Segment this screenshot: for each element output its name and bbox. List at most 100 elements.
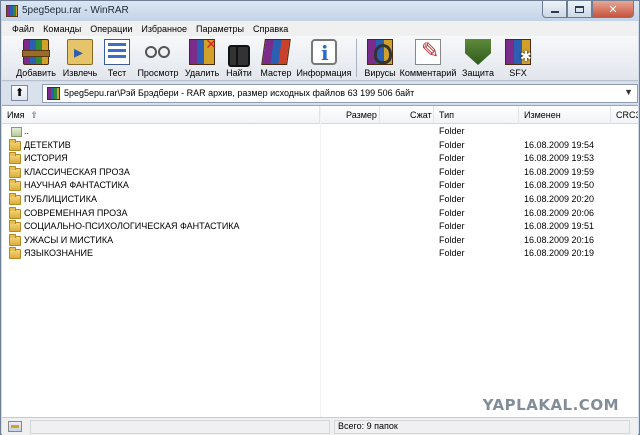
table-row[interactable]: ДЕТЕКТИВ Folder 16.08.2009 19:54 [2, 138, 638, 153]
close-button[interactable]: ✕ [592, 1, 634, 18]
window-title: 5peg5epu.rar - WinRAR [22, 5, 129, 16]
path-field[interactable]: 5peg5epu.rar\Рэй Брэдбери - RAR архив, р… [42, 84, 638, 103]
sfx-label: SFX [509, 68, 527, 78]
extract-icon [67, 39, 93, 65]
extract-button[interactable]: Извлечь [60, 36, 100, 81]
column-size[interactable]: Размер [320, 106, 380, 124]
title-bar[interactable]: 5peg5epu.rar - WinRAR ✕ [1, 1, 639, 21]
column-name-label: Имя [7, 110, 25, 120]
folder-icon [9, 138, 21, 151]
info-label: Информация [296, 68, 352, 78]
maximize-button[interactable] [567, 1, 592, 18]
file-modified: 16.08.2009 19:53 [524, 153, 595, 164]
virus-scan-icon [367, 39, 393, 65]
info-button[interactable]: Информация [296, 36, 352, 81]
file-modified: 16.08.2009 20:16 [524, 234, 595, 245]
add-button[interactable]: Добавить [12, 36, 60, 81]
up-folder-button[interactable]: ⬆ [11, 85, 28, 101]
wizard-button[interactable]: Мастер [256, 36, 296, 81]
file-type: Folder [439, 221, 465, 232]
column-crc[interactable]: CRC3 [611, 106, 638, 124]
file-name: УЖАСЫ И МИСТИКА [24, 234, 114, 245]
virus-scan-button[interactable]: Вирусы [361, 36, 399, 81]
file-name: ДЕТЕКТИВ [24, 139, 71, 150]
file-modified: 16.08.2009 20:19 [524, 248, 595, 259]
menu-favorites[interactable]: Избранное [137, 24, 192, 34]
file-name: ПУБЛИЦИСТИКА [24, 193, 98, 204]
find-icon [226, 39, 252, 67]
archive-icon [47, 87, 60, 100]
watermark: YAPLAKAL.COM [482, 396, 619, 414]
folder-icon [9, 152, 21, 165]
path-dropdown-icon[interactable]: ▼ [624, 87, 633, 97]
toolbar-separator [356, 39, 357, 77]
table-row[interactable]: ЯЗЫКОЗНАНИЕ Folder 16.08.2009 20:19 [2, 247, 638, 261]
drive-icon[interactable] [8, 421, 22, 432]
maximize-icon [575, 5, 584, 13]
comment-button[interactable]: Комментарий [399, 36, 457, 81]
menu-options[interactable]: Параметры [192, 24, 249, 34]
menu-bar: Файл Команды Операции Избранное Параметр… [2, 21, 638, 36]
parent-folder-icon [11, 127, 22, 137]
comment-label: Комментарий [399, 68, 457, 78]
view-button[interactable]: Просмотр [134, 36, 182, 81]
file-type: Folder [439, 166, 465, 177]
status-bar: Всего: 9 папок [2, 417, 638, 435]
file-name: ЯЗЫКОЗНАНИЕ [24, 248, 93, 259]
file-name: .. [24, 126, 30, 136]
column-modified[interactable]: Изменен [519, 106, 611, 124]
folder-icon [9, 220, 21, 233]
column-name[interactable]: Имя ⇧ [2, 106, 320, 124]
winrar-app-icon[interactable] [6, 5, 18, 17]
delete-button[interactable]: Удалить [182, 36, 222, 81]
address-bar: ⬆ 5peg5epu.rar\Рэй Брэдбери - RAR архив,… [2, 82, 638, 104]
file-type: Folder [439, 248, 465, 259]
table-row[interactable]: НАУЧНАЯ ФАНТАСТИКА Folder 16.08.2009 19:50 [2, 179, 638, 193]
table-row[interactable]: СОЦИАЛЬНО-ПСИХОЛОГИЧЕСКАЯ ФАНТАСТИКА Fold… [2, 220, 638, 234]
column-type[interactable]: Тип [434, 106, 519, 124]
protect-icon [465, 39, 491, 65]
delete-label: Удалить [184, 68, 220, 78]
minimize-button[interactable] [542, 1, 567, 18]
table-row[interactable]: СОВРЕМЕННАЯ ПРОЗА Folder 16.08.2009 20:06 [2, 206, 638, 221]
add-archive-icon [22, 39, 50, 65]
table-row[interactable]: УЖАСЫ И МИСТИКА Folder 16.08.2009 20:16 [2, 233, 638, 248]
file-type: Folder [439, 193, 465, 204]
menu-help[interactable]: Справка [249, 24, 293, 34]
extract-label: Извлечь [62, 68, 98, 78]
column-type-label: Тип [439, 110, 455, 120]
path-text: 5peg5epu.rar\Рэй Брэдбери - RAR архив, р… [64, 88, 415, 98]
file-type: Folder [439, 153, 465, 164]
status-total: Всего: 9 папок [338, 421, 398, 431]
table-row[interactable]: .. Folder [2, 125, 638, 139]
file-type: Folder [439, 126, 465, 136]
column-packed[interactable]: Сжат [380, 106, 434, 124]
menu-file[interactable]: Файл [8, 24, 39, 34]
menu-operations[interactable]: Операции [86, 24, 137, 34]
table-row[interactable]: ИСТОРИЯ Folder 16.08.2009 19:53 [2, 152, 638, 166]
find-button[interactable]: Найти [222, 36, 256, 81]
file-name: КЛАССИЧЕСКАЯ ПРОЗА [24, 166, 130, 177]
protect-button[interactable]: Защита [457, 36, 499, 81]
file-type: Folder [439, 139, 465, 150]
file-type: Folder [439, 207, 465, 218]
file-type: Folder [439, 234, 465, 245]
file-list[interactable]: Имя ⇧ Размер Сжат Тип Изменен CRC3 .. Fold… [2, 105, 638, 417]
file-name: НАУЧНАЯ ФАНТАСТИКА [24, 180, 129, 191]
close-icon: ✕ [608, 3, 618, 16]
folder-icon [9, 206, 21, 219]
sfx-icon [505, 39, 532, 65]
column-modified-label: Изменен [524, 110, 561, 120]
table-row[interactable]: ПУБЛИЦИСТИКА Folder 16.08.2009 20:20 [2, 192, 638, 207]
wizard-icon [261, 39, 291, 65]
virus-scan-label: Вирусы [364, 68, 396, 78]
table-row[interactable]: КЛАССИЧЕСКАЯ ПРОЗА Folder 16.08.2009 19:59 [2, 165, 638, 180]
menu-commands[interactable]: Команды [39, 24, 86, 34]
winrar-window: 5peg5epu.rar - WinRAR ✕ Файл Команды Опе… [0, 0, 640, 435]
test-button[interactable]: Тест [100, 36, 134, 81]
column-crc-label: CRC3 [616, 110, 638, 120]
file-type: Folder [439, 180, 465, 191]
view-label: Просмотр [137, 68, 179, 78]
column-size-label: Размер [346, 110, 377, 120]
sfx-button[interactable]: SFX [499, 36, 537, 81]
